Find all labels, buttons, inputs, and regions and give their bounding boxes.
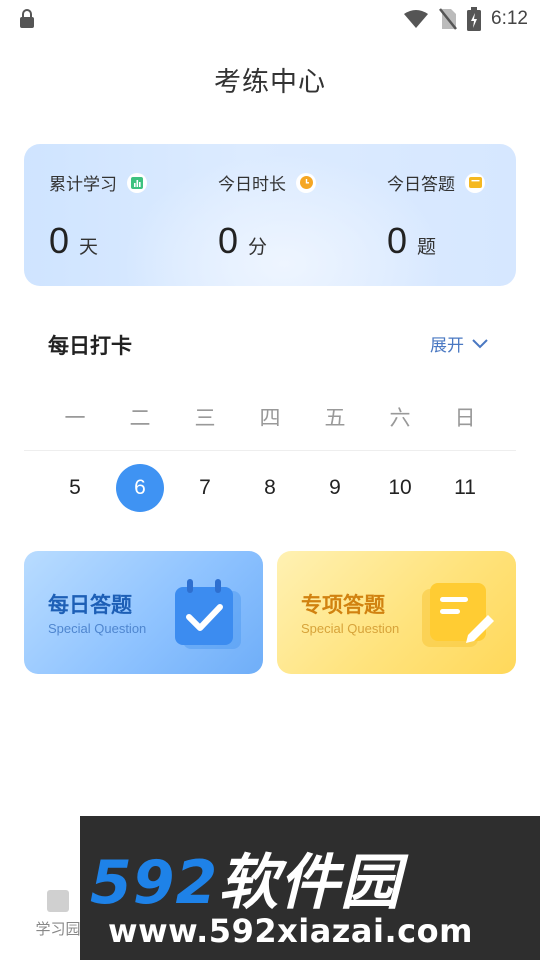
weekday-label: 六 xyxy=(389,406,411,430)
stat-label: 今日答题 xyxy=(387,175,455,195)
stat-unit: 分 xyxy=(248,236,268,258)
card-icon xyxy=(465,172,485,193)
stat-today-duration: 今日时长 0 分 xyxy=(218,144,378,286)
checkin-title: 每日打卡 xyxy=(48,334,132,358)
stat-unit: 题 xyxy=(417,236,437,258)
card-subtitle: Special Question xyxy=(301,621,400,636)
no-sim-icon xyxy=(439,8,457,30)
weekday-row: 一 二 三 四 五 六 日 xyxy=(43,402,497,432)
status-time: 6:12 xyxy=(491,8,528,29)
page-title: 考练中心 xyxy=(214,67,326,98)
weekday-label: 日 xyxy=(454,406,476,430)
bottom-nav-label: 学习园 xyxy=(35,920,81,938)
date-cell[interactable]: 7 xyxy=(173,464,237,512)
weekday-label: 二 xyxy=(129,406,151,430)
date-cell[interactable]: 10 xyxy=(368,464,432,512)
watermark: 592软件园 www.592xiazai.com xyxy=(80,816,540,960)
card-title: 专项答题 xyxy=(301,593,385,617)
status-icons: 6:12 xyxy=(403,6,528,32)
date-cell[interactable]: 8 xyxy=(238,464,302,512)
watermark-url: www.592xiazai.com xyxy=(108,912,473,950)
clock-icon xyxy=(296,172,316,193)
lock-icon xyxy=(20,9,34,28)
date-cell[interactable]: 5 xyxy=(43,464,107,512)
date-cell-selected[interactable]: 6 xyxy=(108,464,172,512)
stat-today-answers: 今日答题 0 题 xyxy=(387,144,540,286)
stat-label: 累计学习 xyxy=(49,175,117,195)
bottom-nav-study-garden[interactable]: 学习园 xyxy=(28,890,88,939)
watermark-logo: 592软件园 xyxy=(90,848,402,918)
book-icon xyxy=(47,890,69,912)
divider xyxy=(24,450,516,451)
chart-icon xyxy=(127,172,147,193)
card-title: 每日答题 xyxy=(48,593,132,617)
battery-charging-icon xyxy=(467,7,482,31)
special-question-card[interactable]: 专项答题 Special Question xyxy=(277,551,516,674)
card-subtitle: Special Question xyxy=(48,621,147,636)
chevron-down-icon xyxy=(472,338,488,348)
wifi-icon xyxy=(404,10,429,28)
weekday-label: 一 xyxy=(64,406,86,430)
stat-value: 0 xyxy=(387,220,408,261)
date-row: 5 6 7 8 9 10 11 xyxy=(43,464,497,512)
stat-value: 0 xyxy=(49,220,70,261)
stat-label: 今日时长 xyxy=(218,175,286,195)
note-edit-icon xyxy=(422,583,494,647)
status-bar: 6:12 xyxy=(0,0,540,38)
daily-question-card[interactable]: 每日答题 Special Question xyxy=(24,551,263,674)
weekday-label: 五 xyxy=(324,406,346,430)
stats-card: 累计学习 0 天 今日时长 0 分 今日答题 0 题 xyxy=(24,144,516,286)
stat-unit: 天 xyxy=(79,236,99,258)
stat-total-study: 累计学习 0 天 xyxy=(49,144,209,286)
date-cell[interactable]: 11 xyxy=(433,464,497,512)
stat-value: 0 xyxy=(218,220,239,261)
expand-button[interactable]: 展开 xyxy=(430,331,488,356)
expand-label: 展开 xyxy=(430,336,464,356)
calendar-check-icon xyxy=(175,579,241,649)
weekday-label: 三 xyxy=(194,406,216,430)
date-cell[interactable]: 9 xyxy=(303,464,367,512)
weekday-label: 四 xyxy=(259,406,281,430)
